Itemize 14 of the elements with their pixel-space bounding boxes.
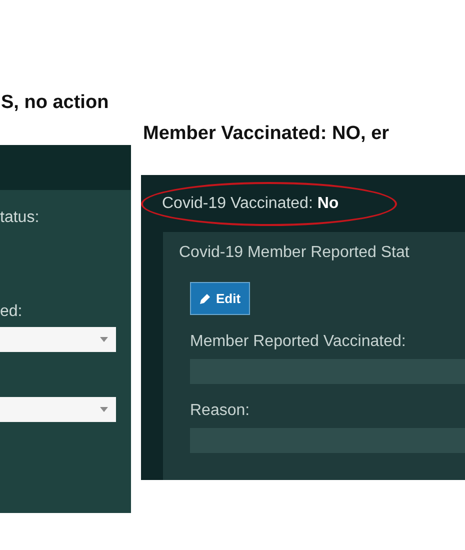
field-label: tatus:	[0, 209, 40, 227]
edit-button[interactable]: Edit	[190, 282, 250, 315]
caret-icon	[100, 407, 108, 412]
dropdown-field[interactable]	[0, 327, 116, 352]
caret-icon	[100, 337, 108, 342]
field-label: ed:	[0, 303, 24, 321]
document-heading: Member Vaccinated: NO, er	[143, 123, 390, 145]
vaccination-status: Covid-19 Vaccinated: No	[162, 194, 339, 212]
dropdown-field[interactable]	[0, 397, 116, 422]
pencil-icon	[199, 292, 212, 305]
document-heading: S, no action	[1, 92, 110, 114]
field-label: Member Reported Vaccinated:	[190, 333, 407, 351]
section-title: Covid-19 Member Reported Stat	[179, 244, 410, 262]
field-label: Reason:	[190, 402, 251, 420]
